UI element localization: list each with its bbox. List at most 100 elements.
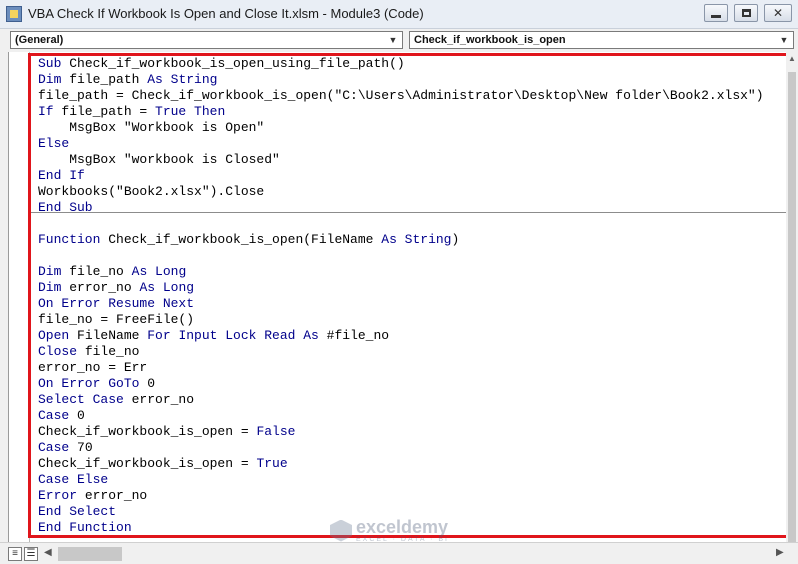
code-keyword: Error [38, 488, 85, 503]
code-keyword: Else [38, 136, 70, 151]
bottom-bar: ≡ ☰ ◀ ▶ [0, 542, 798, 564]
code-token: 0 [77, 408, 85, 423]
code-line[interactable]: Sub Check_if_workbook_is_open_using_file… [38, 56, 764, 72]
object-dropdown-value: (General) [15, 34, 64, 46]
indicator-margin[interactable] [9, 52, 30, 542]
code-line[interactable]: Check_if_workbook_is_open = True [38, 456, 764, 472]
procedure-dropdown[interactable]: Check_if_workbook_is_open ▼ [409, 31, 794, 49]
minimize-icon [711, 14, 721, 18]
exceldemy-logo-icon [330, 519, 352, 542]
close-icon: ✕ [772, 6, 784, 20]
code-token: FileName [77, 328, 148, 343]
full-module-view-button[interactable]: ☰ [24, 547, 38, 561]
code-token: file_path [69, 72, 148, 87]
code-line[interactable]: Error error_no [38, 488, 764, 504]
code-token: Check_if_workbook_is_open = [38, 456, 257, 471]
code-token: #file_no [326, 328, 390, 343]
code-toolbar: (General) ▼ Check_if_workbook_is_open ▼ [0, 29, 798, 51]
scroll-up-icon[interactable]: ▲ [786, 54, 798, 66]
scroll-right-icon[interactable]: ▶ [776, 547, 786, 561]
procedure-separator [29, 212, 787, 213]
code-line[interactable]: Function Check_if_workbook_is_open(FileN… [38, 232, 764, 248]
code-keyword: Select Case [38, 392, 132, 407]
minimize-button[interactable] [704, 4, 728, 22]
code-line[interactable]: Select Case error_no [38, 392, 764, 408]
code-line[interactable]: End Sub [38, 200, 764, 216]
code-line[interactable]: Open FileName For Input Lock Read As #fi… [38, 328, 764, 344]
code-line[interactable]: Else [38, 136, 764, 152]
code-token: Check_if_workbook_is_open = [38, 424, 257, 439]
watermark-logo: exceldemy EXCEL · DATA · BI [330, 518, 449, 543]
code-keyword: Open [38, 328, 78, 343]
vertical-scrollbar[interactable]: ▲ [786, 52, 798, 552]
code-line[interactable]: file_path = Check_if_workbook_is_open("C… [38, 88, 764, 104]
scroll-left-icon[interactable]: ◀ [44, 547, 54, 561]
code-keyword: Function [38, 232, 109, 247]
code-token: file_no [69, 264, 132, 279]
code-line[interactable]: MsgBox "workbook is Closed" [38, 152, 764, 168]
procedure-view-button[interactable]: ≡ [8, 547, 22, 561]
code-line[interactable] [38, 248, 764, 264]
code-line[interactable]: Case 70 [38, 440, 764, 456]
code-keyword: True [256, 456, 288, 471]
code-keyword: On Error Resume Next [38, 296, 195, 311]
object-dropdown[interactable]: (General) ▼ [10, 31, 403, 49]
code-line[interactable]: On Error Resume Next [38, 296, 764, 312]
code-keyword: Sub [38, 56, 70, 71]
code-line[interactable] [38, 216, 764, 232]
excel-vba-icon [6, 6, 22, 22]
code-line[interactable]: Dim file_no As Long [38, 264, 764, 280]
code-keyword: False [256, 424, 296, 439]
window-title: VBA Check If Workbook Is Open and Close … [28, 6, 424, 21]
code-token: error_no [69, 280, 140, 295]
chevron-down-icon[interactable]: ▼ [386, 33, 400, 47]
code-line[interactable]: Dim file_path As String [38, 72, 764, 88]
code-line[interactable]: MsgBox "Workbook is Open" [38, 120, 764, 136]
chevron-down-icon[interactable]: ▼ [777, 33, 791, 47]
code-line[interactable]: On Error GoTo 0 [38, 376, 764, 392]
code-line[interactable]: Dim error_no As Long [38, 280, 764, 296]
code-keyword: As String [147, 72, 218, 87]
code-token: Workbooks("Book2.xlsx").Close [38, 184, 265, 199]
code-line[interactable]: Close file_no [38, 344, 764, 360]
code-keyword: Case [38, 440, 78, 455]
code-keyword: If [38, 104, 62, 119]
code-keyword: As Long [131, 264, 187, 279]
code-line[interactable]: Case 0 [38, 408, 764, 424]
close-button[interactable]: ✕ [764, 4, 792, 22]
procedure-view-icon: ≡ [12, 548, 18, 559]
code-keyword: As String [381, 232, 452, 247]
code-token: 0 [147, 376, 156, 391]
code-token: file_no [84, 344, 140, 359]
code-line[interactable]: file_no = FreeFile() [38, 312, 764, 328]
maximize-icon [741, 9, 751, 17]
code-line[interactable]: error_no = Err [38, 360, 764, 376]
code-token: ) [451, 232, 460, 247]
code-keyword: End If [38, 168, 85, 183]
code-line[interactable]: Case Else [38, 472, 764, 488]
code-line[interactable]: If file_path = True Then [38, 104, 764, 120]
code-token: MsgBox "workbook is Closed" [38, 152, 280, 167]
maximize-button[interactable] [734, 4, 758, 22]
code-token: error_no [84, 488, 148, 503]
watermark-name: exceldemy [356, 517, 449, 537]
vertical-scroll-thumb[interactable] [788, 72, 796, 552]
procedure-dropdown-value: Check_if_workbook_is_open [414, 34, 566, 46]
code-line[interactable]: Workbooks("Book2.xlsx").Close [38, 184, 764, 200]
code-token: error_no [131, 392, 195, 407]
code-keyword: On Error GoTo [38, 376, 148, 391]
code-token: Check_if_workbook_is_open(FileName [108, 232, 382, 247]
code-text[interactable]: Sub Check_if_workbook_is_open_using_file… [38, 56, 764, 536]
code-token: file_no = FreeFile() [38, 312, 195, 327]
code-keyword: Dim [38, 72, 70, 87]
code-keyword: Dim [38, 264, 70, 279]
horizontal-scroll-thumb[interactable] [58, 547, 122, 561]
full-module-view-icon: ☰ [26, 548, 36, 559]
code-keyword: Case Else [38, 472, 109, 487]
code-keyword: Close [38, 344, 85, 359]
code-line[interactable]: Check_if_workbook_is_open = False [38, 424, 764, 440]
title-bar: VBA Check If Workbook Is Open and Close … [0, 0, 798, 29]
code-token: file_path = Check_if_workbook_is_open("C… [38, 88, 764, 103]
code-line[interactable]: End If [38, 168, 764, 184]
code-keyword: End Select [38, 504, 117, 519]
